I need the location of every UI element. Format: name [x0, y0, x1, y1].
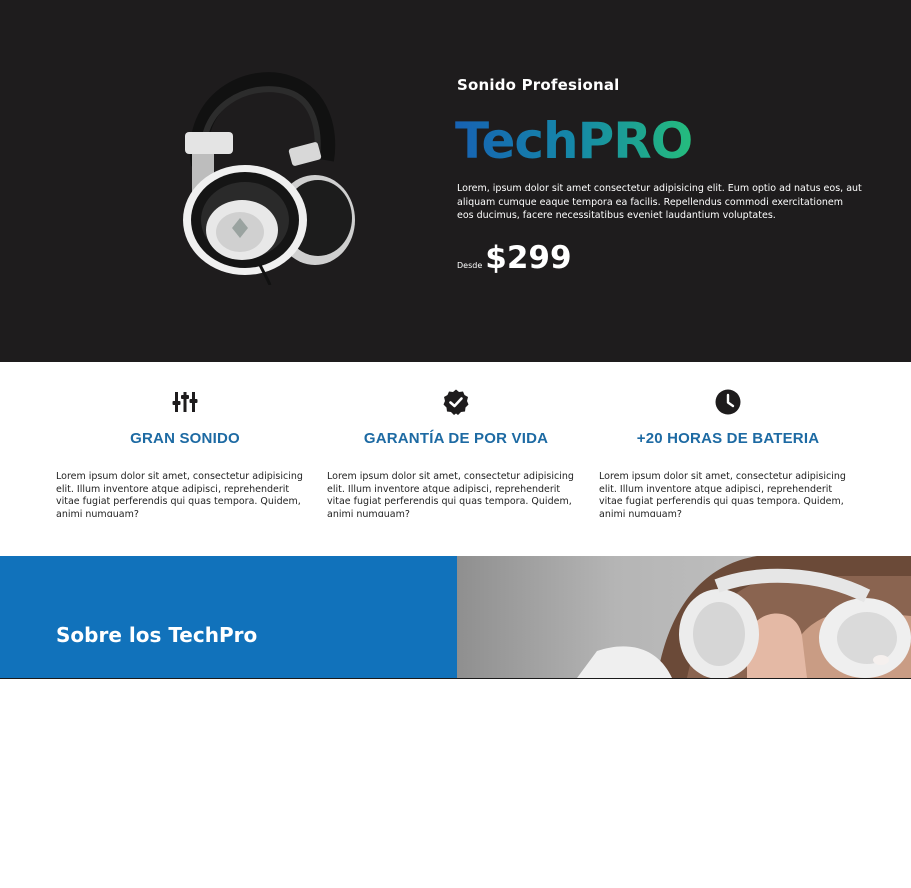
feature-bateria: +20 HORAS DE BATERIA Lorem ipsum dolor s… — [599, 388, 857, 517]
brand-title: TechPRO — [455, 108, 693, 174]
feature-text: Lorem ipsum dolor sit amet, consectetur … — [327, 471, 574, 517]
sliders-icon — [172, 392, 198, 412]
price-value: $299 — [485, 240, 572, 276]
feature-title: GRAN SONIDO — [130, 430, 240, 447]
hero-description: Lorem, ipsum dolor sit amet consectetur … — [457, 183, 862, 221]
woman-headphones-photo — [457, 556, 911, 678]
price-label: Desde — [457, 261, 483, 270]
badge-check-icon — [443, 389, 469, 415]
feature-garantia: GARANTÍA DE POR VIDA Lorem ipsum dolor s… — [327, 388, 585, 517]
about-title: Sobre los TechPro — [56, 623, 258, 647]
hero-section: Sonido Profesional TechPRO Lorem, ipsum … — [0, 0, 911, 362]
hero-kicker: Sonido Profesional — [457, 76, 620, 94]
feature-title: GARANTÍA DE POR VIDA — [363, 430, 549, 447]
about-panel: Sobre los TechPro — [0, 556, 457, 678]
feature-gran-sonido: GRAN SONIDO Lorem ipsum dolor sit amet, … — [56, 388, 314, 517]
clock-icon — [715, 389, 741, 415]
feature-text: Lorem ipsum dolor sit amet, consectetur … — [56, 471, 303, 517]
feature-text: Lorem ipsum dolor sit amet, consectetur … — [599, 471, 846, 517]
price-row: Desde$299 — [457, 240, 572, 276]
feature-title: +20 HORAS DE BATERIA — [636, 430, 820, 447]
about-banner: Sobre los TechPro — [0, 556, 911, 679]
headphones-product-image — [183, 72, 355, 285]
